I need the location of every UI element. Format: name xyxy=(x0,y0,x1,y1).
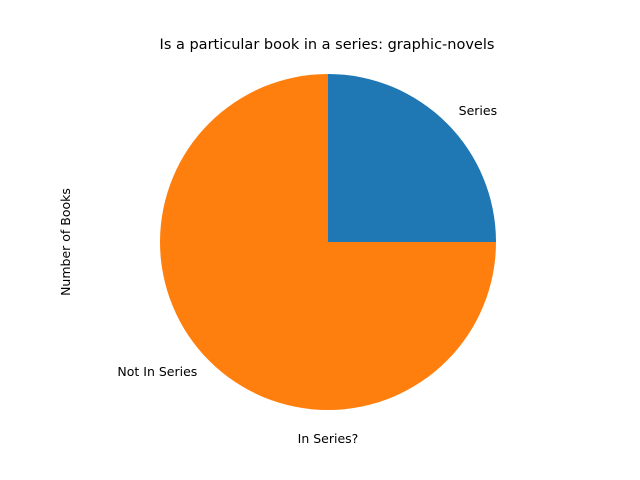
y-axis-label: Number of Books xyxy=(58,188,73,296)
pie-slices xyxy=(160,74,496,410)
pie-slice-label: Not In Series xyxy=(117,364,197,379)
pie-slice-label: Series xyxy=(459,103,497,118)
pie-chart: Is a particular book in a series: graphi… xyxy=(0,0,640,480)
x-axis-label: In Series? xyxy=(298,431,359,446)
chart-canvas: Is a particular book in a series: graphi… xyxy=(58,37,497,446)
pie-slice-series xyxy=(328,74,496,242)
chart-title: Is a particular book in a series: graphi… xyxy=(160,37,495,53)
